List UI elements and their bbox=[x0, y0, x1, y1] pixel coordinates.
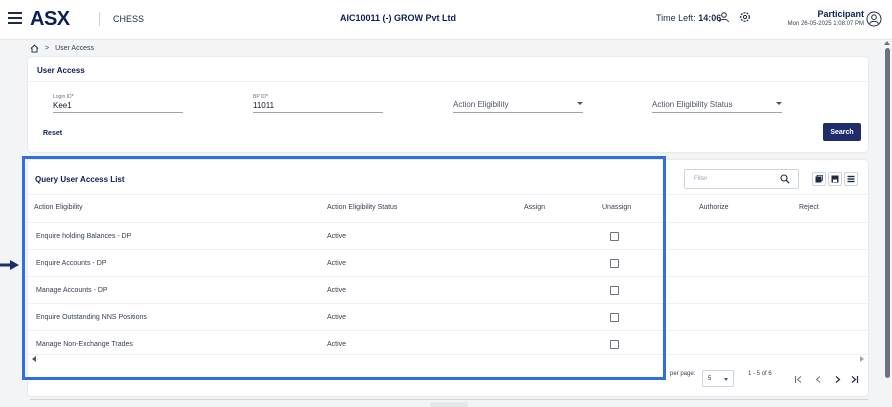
login-id-value: Kee1 bbox=[53, 101, 72, 110]
bp-id-underline bbox=[253, 112, 383, 113]
asx-logo[interactable]: ASX bbox=[30, 8, 70, 31]
login-id-underline bbox=[53, 112, 183, 113]
previous-page-icon[interactable] bbox=[814, 375, 823, 384]
footer-divider bbox=[30, 399, 868, 400]
login-id-label: Login ID bbox=[53, 94, 72, 100]
breadcrumb-current: User Access bbox=[55, 45, 94, 52]
card-divider bbox=[28, 81, 868, 82]
save-button[interactable] bbox=[828, 172, 842, 186]
current-datetime: Mon 26-05-2025 1:08:07 PM bbox=[787, 21, 864, 27]
required-mark: * bbox=[265, 94, 268, 100]
scroll-right-icon[interactable] bbox=[860, 356, 864, 362]
user-icon[interactable] bbox=[718, 11, 730, 23]
scroll-up-icon[interactable] bbox=[884, 41, 890, 45]
scrollbar-thumb[interactable] bbox=[885, 48, 890, 378]
action-eligibility-status-placeholder: Action Eligibility Status bbox=[652, 100, 733, 109]
action-eligibility-status-select[interactable]: Action Eligibility Status bbox=[652, 100, 782, 113]
chevron-down-icon bbox=[724, 378, 728, 381]
time-left-label: Time Left: bbox=[656, 13, 696, 23]
logo-divider bbox=[99, 12, 100, 26]
breadcrumb-separator: > bbox=[45, 45, 50, 52]
bottom-strip bbox=[0, 399, 882, 407]
chevron-down-icon bbox=[577, 102, 583, 105]
gear-icon[interactable] bbox=[739, 11, 751, 23]
company-name: AIC10011 (-) GROW Pvt Ltd bbox=[340, 13, 457, 23]
user-access-card: User Access Login ID* Kee1 BP ID* 11011 … bbox=[28, 57, 868, 152]
export-icon bbox=[815, 175, 823, 183]
export-button[interactable] bbox=[812, 172, 826, 186]
bp-id-field[interactable]: BP ID* 11011 bbox=[253, 94, 383, 113]
login-id-field[interactable]: Login ID* Kee1 bbox=[53, 94, 183, 113]
search-button[interactable]: Search bbox=[823, 123, 861, 141]
home-icon[interactable] bbox=[30, 44, 39, 53]
select-underline bbox=[453, 112, 583, 113]
session-time-left: Time Left: 14:06 bbox=[656, 13, 721, 23]
chevron-down-icon bbox=[776, 102, 782, 105]
column-settings-button[interactable] bbox=[844, 172, 858, 186]
breadcrumb: > User Access bbox=[30, 44, 94, 53]
search-icon[interactable] bbox=[780, 174, 790, 184]
filter-placeholder: Filter bbox=[694, 176, 708, 182]
menu-icon[interactable] bbox=[8, 12, 22, 24]
participant-info: Participant Mon 26-05-2025 1:08:07 PM bbox=[788, 9, 864, 27]
filter-input[interactable]: Filter bbox=[684, 169, 799, 189]
action-eligibility-placeholder: Action Eligibility bbox=[453, 100, 509, 109]
bp-id-label: BP ID bbox=[253, 94, 266, 100]
footer-handle bbox=[430, 402, 468, 407]
page-range: 1 - 5 of 6 bbox=[748, 371, 772, 377]
select-underline bbox=[652, 112, 782, 113]
app-name: CHESS bbox=[113, 14, 145, 24]
list-icon bbox=[847, 175, 855, 183]
reset-button[interactable]: Reset bbox=[43, 130, 62, 137]
rows-per-page-select[interactable]: 5 bbox=[702, 370, 734, 387]
column-header-authorize[interactable]: Authorize bbox=[699, 204, 729, 211]
required-mark: * bbox=[71, 94, 74, 100]
column-header-reject[interactable]: Reject bbox=[799, 204, 819, 211]
user-access-title: User Access bbox=[37, 66, 85, 75]
highlight-box bbox=[22, 156, 666, 380]
pointer-arrow-icon bbox=[0, 260, 19, 270]
save-icon bbox=[831, 175, 839, 183]
next-page-icon[interactable] bbox=[833, 375, 842, 384]
participant-role: Participant bbox=[817, 9, 864, 19]
action-eligibility-select[interactable]: Action Eligibility bbox=[453, 100, 583, 113]
account-circle-icon[interactable] bbox=[866, 11, 882, 27]
last-page-icon[interactable] bbox=[850, 375, 859, 384]
rows-per-page-value: 5 bbox=[708, 376, 712, 382]
bp-id-value: 11011 bbox=[253, 101, 275, 110]
top-bar: ASX CHESS AIC10011 (-) GROW Pvt Ltd Time… bbox=[0, 0, 892, 40]
vertical-scrollbar[interactable] bbox=[882, 40, 892, 407]
first-page-icon[interactable] bbox=[794, 375, 803, 384]
rows-per-page-label: per page: bbox=[670, 371, 696, 377]
